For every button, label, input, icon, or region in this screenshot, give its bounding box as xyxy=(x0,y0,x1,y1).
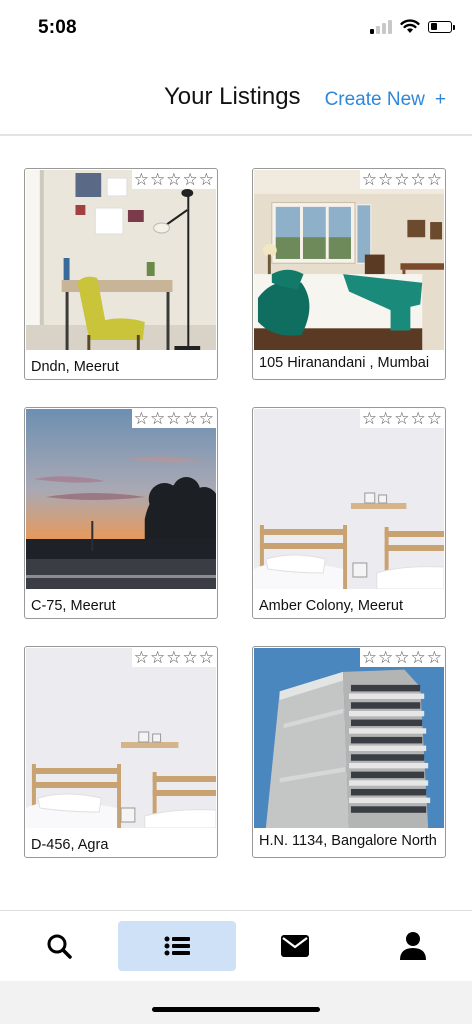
header-divider xyxy=(0,134,472,136)
home-indicator[interactable] xyxy=(152,1007,320,1012)
star-icon[interactable]: ☆ xyxy=(411,171,426,188)
list-icon xyxy=(164,936,190,956)
mail-icon xyxy=(281,935,309,957)
star-icon[interactable]: ☆ xyxy=(378,649,393,666)
star-icon[interactable]: ☆ xyxy=(199,410,214,427)
star-icon[interactable]: ☆ xyxy=(394,649,409,666)
listing-card[interactable]: ☆ ☆ ☆ ☆ ☆ Amber Colony, Meerut xyxy=(252,407,446,619)
create-new-button[interactable]: Create New + xyxy=(325,89,446,111)
listing-photo xyxy=(254,409,444,589)
star-icon[interactable]: ☆ xyxy=(394,410,409,427)
star-icon[interactable]: ☆ xyxy=(134,410,149,427)
star-icon[interactable]: ☆ xyxy=(150,649,165,666)
star-icon[interactable]: ☆ xyxy=(134,649,149,666)
star-icon[interactable]: ☆ xyxy=(362,649,377,666)
listing-card[interactable]: ☆ ☆ ☆ ☆ ☆ C-75, Meerut xyxy=(24,407,218,619)
listing-card[interactable]: ☆ ☆ ☆ ☆ ☆ H.N. 1134, Bangalore North xyxy=(252,646,446,858)
star-icon[interactable]: ☆ xyxy=(378,171,393,188)
create-new-label: Create New xyxy=(324,89,425,110)
listing-caption: 105 Hiranandani , Mumbai xyxy=(259,355,430,371)
nav-messages-button[interactable] xyxy=(236,921,354,971)
star-icon[interactable]: ☆ xyxy=(199,171,214,188)
nav-search-button[interactable] xyxy=(0,921,118,971)
star-rating: ☆ ☆ ☆ ☆ ☆ xyxy=(359,648,444,667)
star-icon[interactable]: ☆ xyxy=(394,171,409,188)
listing-photo xyxy=(26,648,216,828)
listing-photo xyxy=(254,648,444,828)
star-icon[interactable]: ☆ xyxy=(427,649,442,666)
star-rating: ☆ ☆ ☆ ☆ ☆ xyxy=(131,409,216,428)
star-rating: ☆ ☆ ☆ ☆ ☆ xyxy=(131,170,216,189)
star-icon[interactable]: ☆ xyxy=(166,649,181,666)
nav-profile-button[interactable] xyxy=(354,921,472,971)
listing-photo xyxy=(254,170,444,350)
star-rating: ☆ ☆ ☆ ☆ ☆ xyxy=(359,170,444,189)
star-icon[interactable]: ☆ xyxy=(166,410,181,427)
star-icon[interactable]: ☆ xyxy=(183,171,198,188)
listing-card[interactable]: ☆ ☆ ☆ ☆ ☆ Dndn, Meerut xyxy=(24,168,218,380)
listing-caption: D-456, Agra xyxy=(31,837,109,853)
listing-caption: Amber Colony, Meerut xyxy=(259,598,403,614)
listing-card[interactable]: ☆ ☆ ☆ ☆ ☆ 105 Hiranandani , Mumbai xyxy=(252,168,446,380)
listing-caption: C-75, Meerut xyxy=(31,598,116,614)
star-icon[interactable]: ☆ xyxy=(378,410,393,427)
battery-icon xyxy=(428,20,455,33)
nav-listings-button[interactable] xyxy=(118,921,236,971)
star-icon[interactable]: ☆ xyxy=(150,171,165,188)
listing-card[interactable]: ☆ ☆ ☆ ☆ ☆ D-456, Agra xyxy=(24,646,218,858)
star-rating: ☆ ☆ ☆ ☆ ☆ xyxy=(131,648,216,667)
person-icon xyxy=(400,932,426,960)
plus-icon: + xyxy=(434,89,446,110)
search-icon xyxy=(47,934,72,959)
status-bar: 5:08 xyxy=(0,0,472,56)
cellular-signal-icon xyxy=(370,19,392,34)
star-icon[interactable]: ☆ xyxy=(362,171,377,188)
star-icon[interactable]: ☆ xyxy=(134,171,149,188)
star-icon[interactable]: ☆ xyxy=(427,171,442,188)
star-icon[interactable]: ☆ xyxy=(427,410,442,427)
listing-caption: Dndn, Meerut xyxy=(31,359,119,375)
star-icon[interactable]: ☆ xyxy=(150,410,165,427)
star-icon[interactable]: ☆ xyxy=(183,649,198,666)
star-icon[interactable]: ☆ xyxy=(411,410,426,427)
star-icon[interactable]: ☆ xyxy=(183,410,198,427)
listing-photo xyxy=(26,409,216,589)
status-icons xyxy=(370,19,455,34)
home-indicator-area xyxy=(0,981,472,1024)
listing-caption: H.N. 1134, Bangalore North xyxy=(259,833,437,849)
star-icon[interactable]: ☆ xyxy=(362,410,377,427)
star-icon[interactable]: ☆ xyxy=(411,649,426,666)
page-title: Your Listings xyxy=(164,83,301,110)
listing-photo xyxy=(26,170,216,350)
bottom-nav xyxy=(0,911,472,981)
header: Your Listings Create New + xyxy=(0,70,472,130)
star-icon[interactable]: ☆ xyxy=(199,649,214,666)
star-icon[interactable]: ☆ xyxy=(166,171,181,188)
wifi-icon xyxy=(400,19,420,33)
star-rating: ☆ ☆ ☆ ☆ ☆ xyxy=(359,409,444,428)
status-time: 5:08 xyxy=(38,17,77,38)
